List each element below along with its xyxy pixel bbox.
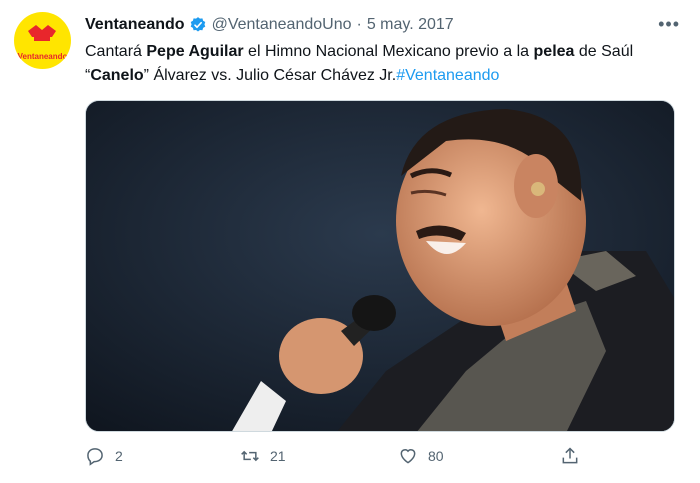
separator-dot: · — [356, 16, 362, 33]
singer-photo — [86, 101, 674, 431]
avatar[interactable]: Ventaneando — [14, 12, 71, 69]
like-count: 80 — [428, 448, 444, 464]
text-bold-pepe: Pepe Aguilar — [146, 43, 244, 60]
retweet-button[interactable]: 21 — [240, 446, 286, 466]
hashtag-link[interactable]: #Ventaneando — [396, 67, 499, 84]
text-bold-pelea: pelea — [533, 43, 575, 60]
tweet-actions: 2 21 80 — [85, 446, 585, 474]
verified-badge-icon — [189, 16, 207, 34]
tweet-text: Cantará Pepe Aguilar el Himno Nacional M… — [85, 40, 675, 88]
avatar-logo-text: Ventaneando — [17, 51, 68, 61]
text-part: ” Álvarez vs. Julio César Chávez Jr. — [143, 67, 397, 84]
text-part: Cantará — [85, 43, 147, 60]
retweet-count: 21 — [270, 448, 286, 464]
author-name[interactable]: Ventaneando — [85, 16, 185, 34]
tweet-date[interactable]: 5 may. 2017 — [367, 16, 454, 34]
tweet-header: Ventaneando @VentaneandoUno · 5 may. 201… — [85, 14, 680, 36]
reply-count: 2 — [115, 448, 123, 464]
text-part: el Himno Nacional Mexicano previo a la — [243, 43, 534, 60]
like-button[interactable]: 80 — [398, 446, 444, 466]
tweet-media-image[interactable] — [85, 100, 675, 432]
heart-icon — [400, 449, 416, 464]
reply-icon — [87, 448, 103, 466]
retweet-icon — [241, 450, 259, 462]
text-bold-canelo: Canelo — [90, 67, 144, 84]
share-icon — [562, 447, 578, 464]
author-handle[interactable]: @VentaneandoUno — [212, 16, 352, 34]
reply-button[interactable]: 2 — [85, 446, 123, 466]
avatar-logo: Ventaneando — [17, 21, 68, 61]
avatar-logo-icon — [28, 24, 57, 41]
share-button[interactable] — [560, 446, 590, 466]
more-options-icon[interactable]: ••• — [658, 14, 680, 34]
